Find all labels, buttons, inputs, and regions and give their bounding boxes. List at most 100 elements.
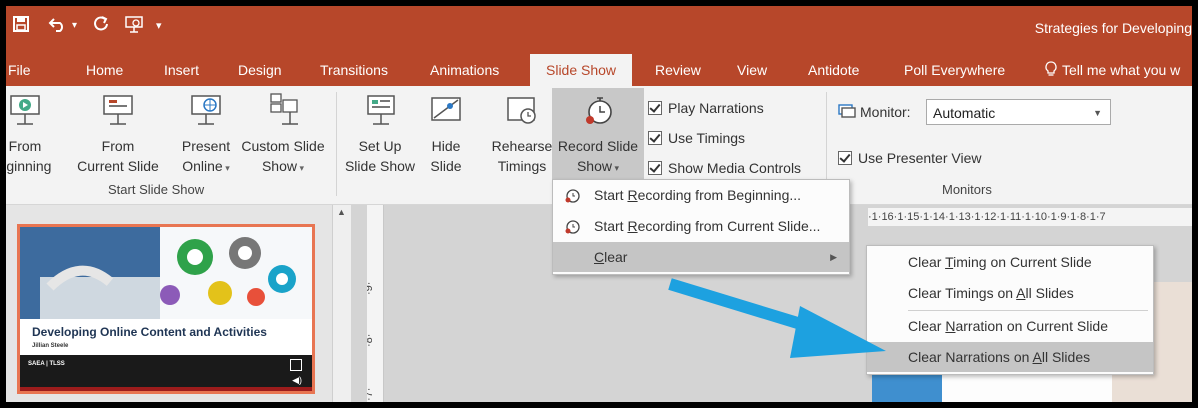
menu-item-clear-timing-current[interactable]: Clear Timing on Current Slide [867, 247, 1153, 277]
hide-slide-label-2: Slide [430, 158, 462, 174]
rehearse-timings-button[interactable]: Rehearse Timings [484, 90, 560, 176]
custom-slide-show-button[interactable]: Custom Slide Show ▾ [234, 90, 332, 178]
hide-slide-button[interactable]: Hide Slide [424, 90, 468, 176]
hide-slide-icon [431, 97, 461, 121]
use-timings-checkbox[interactable]: Use Timings [648, 128, 745, 148]
tab-design[interactable]: Design [238, 54, 282, 86]
record-slide-show-button[interactable]: Record Slide Show ▾ [552, 88, 644, 190]
present-online-icon [191, 95, 221, 125]
tab-slide-show[interactable]: Slide Show [530, 54, 633, 86]
rehearse-label-2: Timings [497, 158, 547, 174]
save-icon[interactable] [12, 15, 30, 37]
menu-text-pre: Clear Narrations on [908, 349, 1033, 365]
document-title: Strategies for Developing [1034, 20, 1192, 36]
show-media-controls-checkbox[interactable]: Show Media Controls [648, 158, 801, 178]
svg-text:·8·: ·8· [367, 334, 375, 347]
menu-text-pre: Clear [908, 254, 946, 270]
record-stopwatch-icon [565, 189, 580, 203]
powerpoint-window: ▾ ▾ Strategies for Developing File Home … [6, 6, 1192, 402]
ribbon-separator [336, 92, 337, 196]
set-up-label-2: Slide Show [344, 158, 416, 174]
menu-text-pre: Start [594, 218, 628, 234]
menu-text-post: ecording from Current Slide... [637, 218, 821, 234]
checkbox-checked-icon [648, 101, 662, 115]
slideshow-current-icon [103, 95, 133, 125]
checkbox-checked-icon [838, 151, 852, 165]
start-from-beginning-qat-icon[interactable] [124, 15, 144, 37]
menu-text-post: arration on Current Slide [955, 318, 1109, 334]
undo-icon[interactable] [48, 15, 68, 37]
menu-text-key: T [945, 254, 954, 270]
slide-footer-bar: SAEA | TLSS ◀) [20, 355, 312, 391]
tab-antidote[interactable]: Antidote [808, 54, 859, 86]
custom-slide-show-dropdown-icon: ▾ [297, 163, 305, 173]
from-current-slide-button[interactable]: From Current Slide [70, 90, 166, 176]
tab-home[interactable]: Home [86, 54, 123, 86]
custom-slide-show-icon [270, 93, 298, 125]
from-beginning-button[interactable]: From eginning [6, 90, 66, 176]
record-label-2: Show [576, 158, 612, 174]
use-presenter-view-checkbox[interactable]: Use Presenter View [838, 148, 981, 168]
menu-text-key: R [627, 218, 638, 234]
menu-text-pre: Start [594, 187, 628, 203]
from-beginning-label-2: eginning [6, 158, 52, 174]
record-label-1: Record Slide [557, 138, 639, 154]
institution-logo-icon [290, 359, 302, 371]
tab-review[interactable]: Review [655, 54, 701, 86]
monitor-icon [838, 104, 856, 118]
speaker-icon: ◀) [292, 375, 302, 385]
menu-item-clear-narrations-all[interactable]: Clear Narrations on All Slides [867, 342, 1153, 372]
menu-item-clear-narration-current[interactable]: Clear Narration on Current Slide [867, 311, 1153, 341]
svg-text:·9·: ·9· [367, 282, 375, 295]
set-up-slide-show-icon [367, 95, 395, 125]
menu-text-post: iming on Current Slide [953, 254, 1092, 270]
monitor-label: Monitor: [860, 104, 911, 120]
tab-poll-everywhere[interactable]: Poll Everywhere [904, 54, 1005, 86]
menu-text-pre: Clear [908, 318, 946, 334]
tab-insert[interactable]: Insert [164, 54, 199, 86]
menu-item-clear[interactable]: Clear ▶ [553, 242, 849, 272]
tab-view[interactable]: View [737, 54, 767, 86]
menu-item-start-recording-beginning[interactable]: Start Recording from Beginning... [553, 180, 849, 210]
scroll-up-icon[interactable]: ▲ [337, 207, 346, 217]
tab-transitions[interactable]: Transitions [320, 54, 388, 86]
redo-icon[interactable] [92, 15, 110, 37]
custom-slide-show-label-1: Custom Slide [241, 138, 325, 154]
slide-thumbnail[interactable]: Developing Online Content and Activities… [17, 224, 315, 394]
present-online-button[interactable]: Present Online ▾ [174, 90, 238, 178]
record-slide-show-menu: Start Recording from Beginning... Start … [552, 179, 850, 275]
use-presenter-view-label: Use Presenter View [858, 150, 982, 166]
thumbnail-scrollbar[interactable]: ▲ [332, 205, 351, 402]
menu-text-post: ll Slides [1041, 349, 1091, 365]
present-online-label-1: Present [181, 138, 231, 154]
present-online-label-2: Online [182, 158, 223, 174]
custom-slide-show-label-2: Show [261, 158, 297, 174]
vertical-ruler: ·9· ·8· ·7· [363, 205, 384, 402]
tab-animations[interactable]: Animations [430, 54, 499, 86]
from-beginning-label-1: From [8, 138, 42, 154]
menu-text-key: N [945, 318, 956, 334]
menu-item-clear-timings-all[interactable]: Clear Timings on All Slides [867, 278, 1153, 308]
menu-text-pre: Clear Timings on [908, 285, 1017, 301]
undo-dropdown-icon[interactable]: ▾ [72, 15, 77, 37]
clear-submenu: Clear Timing on Current Slide Clear Timi… [866, 245, 1154, 375]
lightbulb-icon [1045, 61, 1057, 76]
rehearse-label-1: Rehearse [491, 138, 553, 154]
menu-item-start-recording-current[interactable]: Start Recording from Current Slide... [553, 211, 849, 241]
tell-me-box[interactable]: Tell me what you w [1044, 54, 1180, 86]
tab-file[interactable]: File [8, 54, 31, 86]
set-up-slide-show-button[interactable]: Set Up Slide Show [342, 90, 418, 176]
slide-footer-text: SAEA | TLSS [28, 361, 65, 367]
monitor-select[interactable]: Automatic ▼ [926, 99, 1111, 125]
play-narrations-checkbox[interactable]: Play Narrations [648, 98, 764, 118]
show-media-controls-label: Show Media Controls [668, 160, 802, 176]
menu-text-key: C [594, 249, 605, 265]
menu-text-post: ecording from Beginning... [637, 187, 802, 203]
customize-qat-icon[interactable]: ▾ [156, 15, 162, 37]
group-label-monitors: Monitors [942, 182, 992, 197]
menu-text-key: A [1016, 285, 1026, 301]
from-current-label-2: Current Slide [77, 158, 159, 174]
tell-me-text: Tell me what you w [1062, 62, 1181, 78]
present-online-dropdown-icon: ▾ [222, 163, 230, 173]
set-up-label-1: Set Up [358, 138, 402, 154]
